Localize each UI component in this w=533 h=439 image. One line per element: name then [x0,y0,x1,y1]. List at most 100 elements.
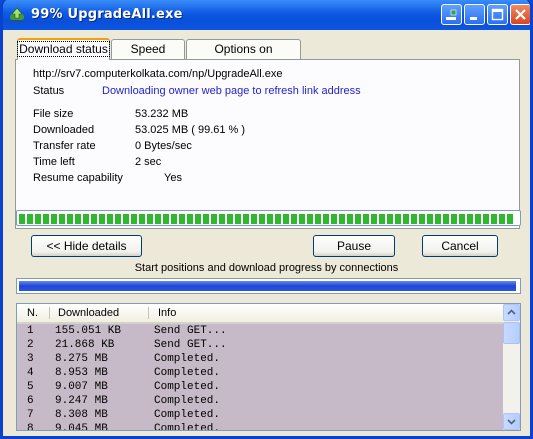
maximize-icon [491,8,504,21]
client-area: Download status Speed Limiter Options on… [3,30,530,436]
column-divider [148,307,149,319]
progress-block [355,214,361,224]
progress-block [411,214,417,224]
progress-block [107,214,113,224]
transfer-rate-label: Transfer rate [33,140,96,152]
row-info: Completed. [154,381,221,393]
progress-block [51,214,57,224]
column-header-downloaded[interactable]: Downloaded [58,307,119,319]
progress-block [507,214,513,224]
minimize-icon [470,17,477,20]
table-row[interactable]: 2 21.868 KB Send GET... [17,339,503,353]
download-app-icon [10,7,24,22]
status-value: Downloading owner web page to refresh li… [102,85,361,97]
column-header-info[interactable]: Info [158,307,176,319]
chevron-up-icon [507,309,516,315]
tab-download-status[interactable]: Download status [17,38,110,60]
progress-block [323,214,329,224]
progress-block [147,214,153,224]
progress-block [171,214,177,224]
progress-block [347,214,353,224]
progress-block [475,214,481,224]
tab-speed-limiter[interactable]: Speed Limiter [111,39,185,74]
progress-block [227,214,233,224]
progress-block [35,214,41,224]
cancel-button[interactable]: Cancel [422,235,498,257]
row-number: 1 [27,325,34,337]
progress-blocks [19,214,513,224]
progress-block [99,214,105,224]
download-status-panel: http://srv7.computerkolkata.com/np/Upgra… [15,59,520,229]
title-bar[interactable]: 99% UpgradeAll.exe [3,0,530,30]
minimize-to-tray-button[interactable] [441,4,462,25]
status-label: Status [33,85,65,97]
row-downloaded: 21.868 KB [55,339,115,351]
progress-block [459,214,465,224]
progress-block [491,214,497,224]
column-header-n[interactable]: N. [27,307,38,319]
pause-button[interactable]: Pause [313,235,395,257]
resume-capability-value: Yes [164,172,182,184]
resume-capability-label: Resume capability [33,172,123,184]
connections-list[interactable]: N. Downloaded Info 1 155.051 KB Send GET..… [16,303,521,431]
downloaded-label: Downloaded [33,124,95,136]
time-left-label: Time left [33,156,75,168]
table-row[interactable]: 8 9.045 MB Completed. [17,423,503,431]
row-info: Completed. [154,367,221,379]
scroll-down-button[interactable] [503,413,520,430]
downloaded-value: 53.025 MB ( 99.61 % ) [135,124,246,136]
maximize-button[interactable] [487,4,508,25]
progress-block [203,214,209,224]
row-downloaded: 9.007 MB [55,381,108,393]
progress-block [451,214,457,224]
progress-block [155,214,161,224]
progress-block [131,214,137,224]
connections-progress-fill [19,281,516,291]
progress-block [307,214,313,224]
progress-block [435,214,441,224]
transfer-rate-value: 0 Bytes/sec [135,140,192,152]
hide-details-button[interactable]: << Hide details [31,235,142,257]
progress-block [331,214,337,224]
progress-block [43,214,49,224]
progress-block [467,214,473,224]
progress-block [259,214,265,224]
file-size-value: 53.232 MB [135,108,189,120]
progress-block [251,214,257,224]
progress-block [395,214,401,224]
connections-progress-bar [16,278,521,294]
table-row[interactable]: 6 9.247 MB Completed. [17,395,503,409]
row-info: Send GET... [154,339,227,351]
vertical-scrollbar[interactable] [503,304,520,430]
minimize-button[interactable] [464,4,485,25]
time-left-value: 2 sec [135,156,162,168]
scroll-thumb[interactable] [503,322,520,344]
window-title: 99% UpgradeAll.exe [31,7,183,22]
row-number: 7 [27,409,34,421]
row-number: 4 [27,367,34,379]
progress-block [75,214,81,224]
row-number: 8 [27,423,34,431]
tab-options-on-completion[interactable]: Options on completion [186,39,301,74]
table-row[interactable]: 5 9.007 MB Completed. [17,381,503,395]
tray-icon [446,9,457,20]
row-downloaded: 155.051 KB [55,325,122,337]
progress-block [59,214,65,224]
row-number: 2 [27,339,34,351]
progress-block [115,214,121,224]
progress-block [387,214,393,224]
progress-block [235,214,241,224]
table-row[interactable]: 3 8.275 MB Completed. [17,353,503,367]
table-row[interactable]: 1 155.051 KB Send GET... [17,325,503,339]
progress-block [123,214,129,224]
progress-block [419,214,425,224]
table-row[interactable]: 4 8.953 MB Completed. [17,367,503,381]
row-downloaded: 9.247 MB [55,395,108,407]
progress-block [299,214,305,224]
table-row[interactable]: 7 8.308 MB Completed. [17,409,503,423]
scroll-up-button[interactable] [503,304,520,321]
download-progress-bar [16,210,521,226]
close-button[interactable] [510,4,530,25]
row-info: Completed. [154,409,221,421]
progress-block [363,214,369,224]
